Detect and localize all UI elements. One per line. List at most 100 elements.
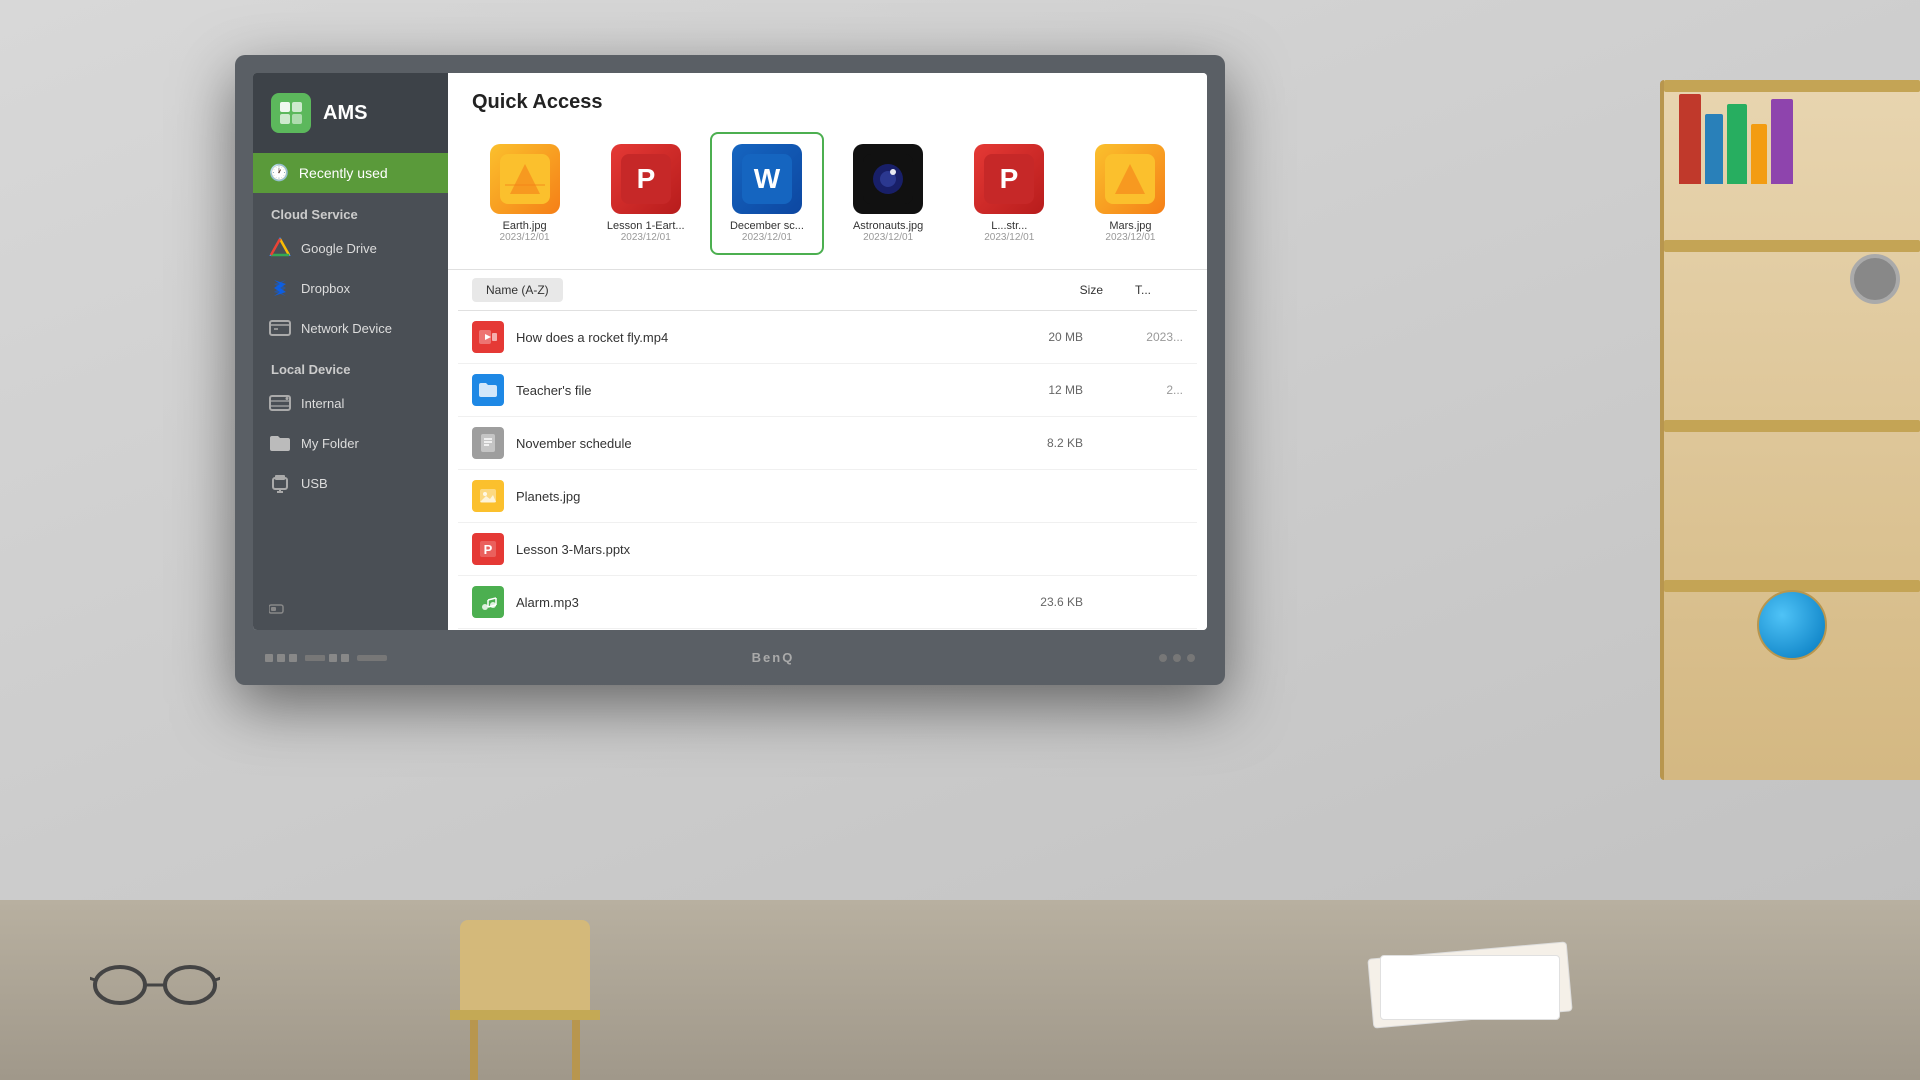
- file-row-music[interactable]: Alarm.mp3 23.6 KB: [458, 576, 1197, 629]
- app-title: AMS: [323, 102, 367, 125]
- file-list-header: Name (A-Z) Size T...: [458, 270, 1197, 311]
- thumb-lesson-str-icon: P: [974, 144, 1044, 214]
- file-name-music: Alarm.mp3: [516, 595, 1003, 610]
- thumb-december-icon: W: [732, 144, 802, 214]
- my-folder-label: My Folder: [301, 436, 359, 451]
- thumb-mars-icon: [1095, 144, 1165, 214]
- network-device-label: Network Device: [301, 321, 392, 336]
- usb-bottom-indicator: [253, 588, 448, 630]
- thumb-mars-name: Mars.jpg: [1084, 220, 1177, 232]
- sidebar: AMS 🕐 Recently used Cloud Service: [253, 73, 448, 630]
- thumb-lesson-str-name: L...str...: [963, 220, 1056, 232]
- sidebar-header: AMS: [253, 73, 448, 153]
- indicator-dot-3: [1187, 654, 1195, 662]
- file-row-ppt[interactable]: P Lesson 3-Mars.pptx: [458, 523, 1197, 576]
- bookshelf: [1660, 80, 1920, 780]
- port-dot-5: [341, 654, 349, 662]
- file-row-doc[interactable]: November schedule 8.2 KB: [458, 417, 1197, 470]
- brand-label: BenQ: [752, 650, 795, 665]
- file-name-ppt: Lesson 3-Mars.pptx: [516, 542, 1003, 557]
- thumb-earth-icon: [490, 144, 560, 214]
- thumbnails-row: Earth.jpg 2023/12/01 P Lesson 1-Eart... …: [448, 124, 1207, 269]
- svg-text:P: P: [484, 542, 493, 557]
- screen: AMS 🕐 Recently used Cloud Service: [253, 73, 1207, 630]
- thumbnail-lesson-str[interactable]: P L...str... 2023/12/01: [953, 132, 1066, 255]
- usb-label: USB: [301, 476, 328, 491]
- sidebar-item-internal[interactable]: Internal: [253, 383, 448, 423]
- dropbox-icon: [269, 277, 291, 299]
- port-wide: [357, 655, 387, 661]
- file-size-video: 20 MB: [1003, 330, 1083, 344]
- thumb-astronauts-date: 2023/12/01: [863, 232, 913, 243]
- file-row-video[interactable]: How does a rocket fly.mp4 20 MB 2023...: [458, 311, 1197, 364]
- bottom-right-dots: [1159, 654, 1195, 662]
- clock-icon: 🕐: [269, 163, 289, 183]
- monitor-bottom-bar: BenQ: [235, 630, 1225, 685]
- folder-file-icon: [472, 374, 504, 406]
- recently-used-nav[interactable]: 🕐 Recently used: [253, 153, 448, 193]
- port-dot-4: [329, 654, 337, 662]
- thumbnail-mars[interactable]: Mars.jpg 2023/12/01: [1074, 132, 1187, 255]
- image-file-icon: [472, 480, 504, 512]
- google-drive-icon: [269, 237, 291, 259]
- file-size-doc: 8.2 KB: [1003, 436, 1083, 450]
- dropbox-label: Dropbox: [301, 281, 350, 296]
- main-content: Quick Access Earth.jpg 2023/12/01: [448, 73, 1207, 630]
- file-date-folder: 2...: [1083, 383, 1183, 397]
- thumb-mars-date: 2023/12/01: [1105, 232, 1155, 243]
- svg-text:P: P: [636, 163, 655, 194]
- file-row-folder[interactable]: Teacher's file 12 MB 2...: [458, 364, 1197, 417]
- port-usb: [305, 655, 325, 661]
- monitor-frame: AMS 🕐 Recently used Cloud Service: [235, 55, 1225, 685]
- port-indicators: [265, 654, 387, 662]
- file-size-music: 23.6 KB: [1003, 595, 1083, 609]
- internal-label: Internal: [301, 396, 344, 411]
- port-dot-1: [265, 654, 273, 662]
- thumb-lesson-str-date: 2023/12/01: [984, 232, 1034, 243]
- cloud-service-section-label: Cloud Service: [253, 193, 448, 228]
- usb-plug-icon: [269, 602, 289, 616]
- svg-text:W: W: [754, 163, 781, 194]
- svg-text:P: P: [1000, 163, 1019, 194]
- port-dot-3: [289, 654, 297, 662]
- file-name-doc: November schedule: [516, 436, 1003, 451]
- thumb-astronauts-icon: [853, 144, 923, 214]
- open-book: [1370, 950, 1570, 1030]
- file-name-image: Planets.jpg: [516, 489, 1003, 504]
- file-row-image[interactable]: Planets.jpg: [458, 470, 1197, 523]
- doc-file-icon: [472, 427, 504, 459]
- thumb-december-name: December sc...: [720, 220, 813, 232]
- thumbnail-lesson1[interactable]: P Lesson 1-Eart... 2023/12/01: [589, 132, 702, 255]
- desk: [0, 900, 1920, 1080]
- thumbnail-earth[interactable]: Earth.jpg 2023/12/01: [468, 132, 581, 255]
- main-header: Quick Access: [448, 73, 1207, 124]
- file-size-folder: 12 MB: [1003, 383, 1083, 397]
- usb-icon: [269, 472, 291, 494]
- sidebar-item-network-device[interactable]: Network Device: [253, 308, 448, 348]
- file-name-video: How does a rocket fly.mp4: [516, 330, 1003, 345]
- video-file-icon: [472, 321, 504, 353]
- thumbnail-december[interactable]: W December sc... 2023/12/01: [710, 132, 823, 255]
- folder-icon: [269, 432, 291, 454]
- thumb-lesson1-date: 2023/12/01: [621, 232, 671, 243]
- sidebar-item-usb[interactable]: USB: [253, 463, 448, 503]
- thumbnail-astronauts[interactable]: Astronauts.jpg 2023/12/01: [832, 132, 945, 255]
- col-type-header: T...: [1103, 283, 1183, 297]
- indicator-dot-2: [1173, 654, 1181, 662]
- internal-icon: [269, 392, 291, 414]
- thumb-earth-name: Earth.jpg: [478, 220, 571, 232]
- port-dot-2: [277, 654, 285, 662]
- ppt-file-icon: P: [472, 533, 504, 565]
- sort-name-button[interactable]: Name (A-Z): [472, 278, 563, 302]
- sidebar-item-dropbox[interactable]: Dropbox: [253, 268, 448, 308]
- thumb-astronauts-name: Astronauts.jpg: [842, 220, 935, 232]
- file-date-video: 2023...: [1083, 330, 1183, 344]
- glasses-decoration: [90, 960, 220, 1010]
- sidebar-item-google-drive[interactable]: Google Drive: [253, 228, 448, 268]
- local-device-section-label: Local Device: [253, 348, 448, 383]
- sidebar-item-my-folder[interactable]: My Folder: [253, 423, 448, 463]
- col-size-header: Size: [1023, 283, 1103, 297]
- recently-used-label: Recently used: [299, 165, 388, 181]
- network-icon: [269, 317, 291, 339]
- page-title: Quick Access: [472, 91, 1183, 114]
